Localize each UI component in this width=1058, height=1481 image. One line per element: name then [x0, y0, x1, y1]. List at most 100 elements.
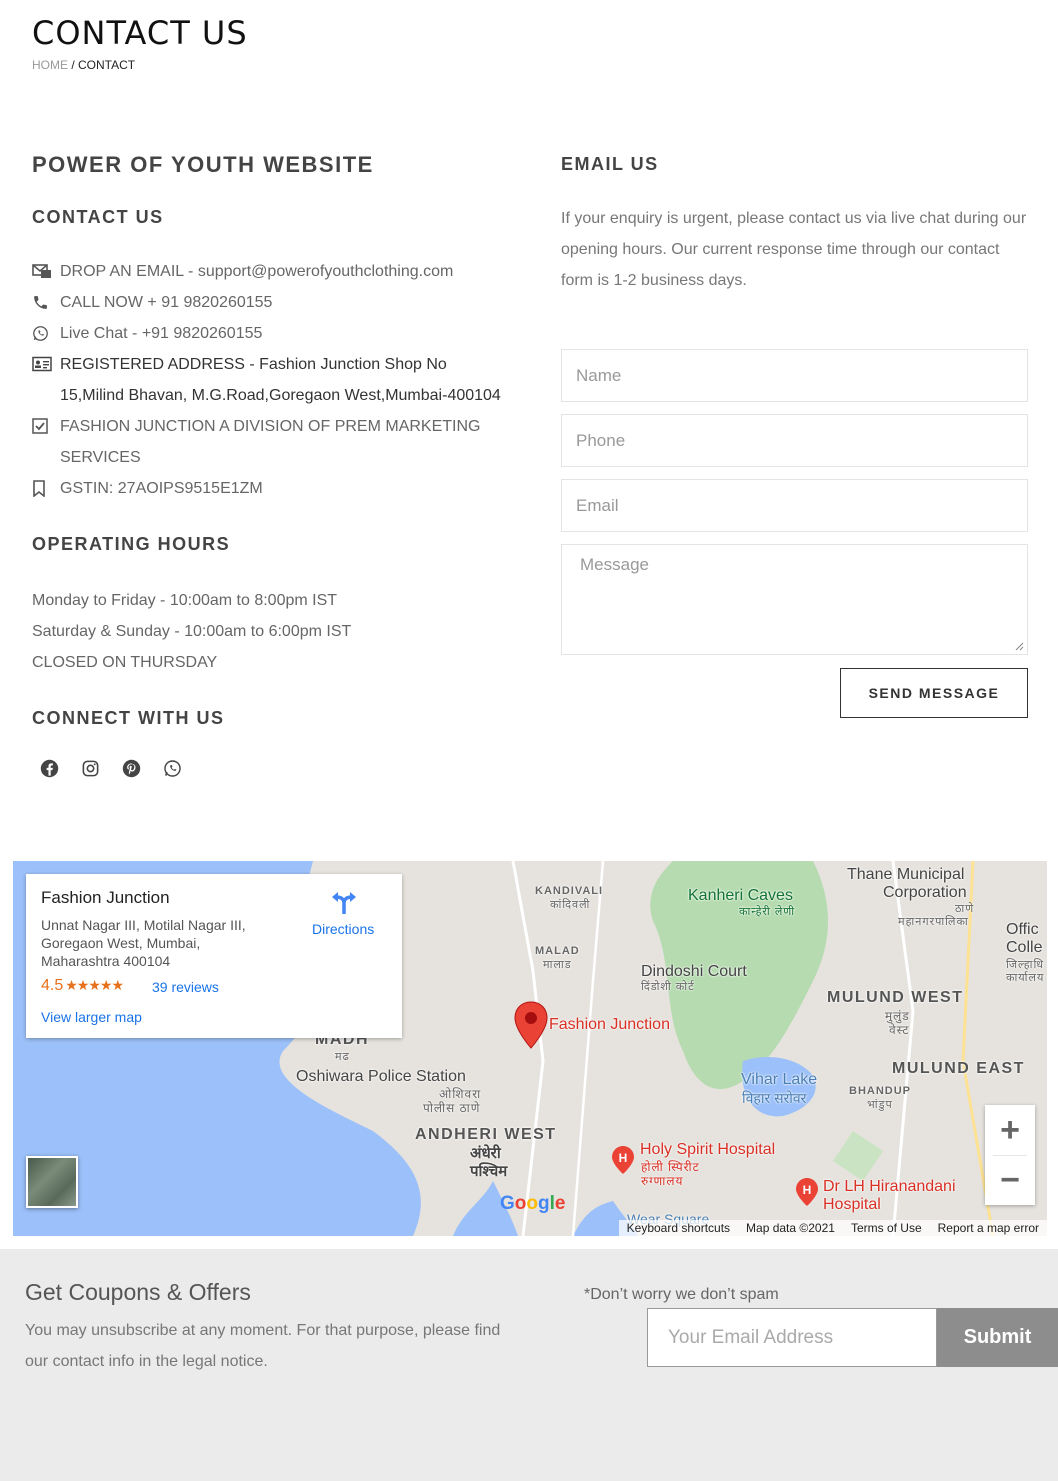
directions-link[interactable]: Directions	[312, 921, 374, 937]
breadcrumb-home-link[interactable]: HOME	[32, 58, 68, 72]
contact-item-email[interactable]: DROP AN EMAIL - support@powerofyouthclot…	[32, 256, 502, 287]
location-pin-icon[interactable]	[513, 1001, 549, 1049]
page-title: CONTACT US	[32, 14, 248, 52]
whatsapp-icon[interactable]	[163, 759, 182, 778]
view-larger-map-link[interactable]: View larger map	[41, 1009, 142, 1025]
newsletter-footer: Get Coupons & Offers You may unsubscribe…	[0, 1249, 1058, 1481]
svg-text:H: H	[619, 1151, 628, 1165]
zoom-controls: + −	[985, 1105, 1035, 1205]
contact-item-text: FASHION JUNCTION A DIVISION OF PREM MARK…	[60, 418, 481, 466]
contact-form: Name Phone Email Message SEND MESSAGE	[561, 349, 1028, 718]
email-description: If your enquiry is urgent, please contac…	[561, 210, 1027, 289]
contact-item-text: CALL NOW + 91 9820260155	[60, 294, 273, 311]
place-name: Fashion Junction	[41, 888, 170, 907]
keyboard-shortcuts-link[interactable]: Keyboard shortcuts	[627, 1221, 730, 1235]
map-label-bhandup: BHANDUP	[849, 1085, 911, 1097]
map-label-vihar-hi: विहार सरोवर	[742, 1090, 807, 1106]
contact-item-live-chat[interactable]: Live Chat - +91 9820260155	[32, 318, 502, 349]
contact-item-phone[interactable]: CALL NOW + 91 9820260155	[32, 287, 502, 318]
contact-heading: CONTACT US	[32, 207, 164, 227]
map-label-andheri-hi-1: अंधेरी	[470, 1145, 501, 1162]
zoom-out-button[interactable]: −	[985, 1156, 1035, 1205]
map-label-pin: Fashion Junction	[549, 1016, 670, 1033]
map-label-thane-1: Thane Municipal	[847, 866, 965, 883]
contact-item-address: REGISTERED ADDRESS - Fashion Junction Sh…	[32, 349, 502, 411]
hours-closed: CLOSED ON THURSDAY	[32, 654, 218, 671]
breadcrumb-current: CONTACT	[78, 58, 136, 72]
connect-heading: CONNECT WITH US	[32, 708, 225, 728]
map-label-mulund-west: MULUND WEST	[827, 989, 964, 1006]
contact-info-column: POWER OF YOUTH WEBSITE CONTACT US DROP A…	[32, 152, 502, 778]
map-label-dindoshi-hi: दिंडोशी कोर्ट	[641, 981, 695, 993]
zoom-in-button[interactable]: +	[985, 1105, 1035, 1155]
contact-item-text: DROP AN EMAIL - support@powerofyouthclot…	[60, 263, 454, 280]
hospital-marker-icon[interactable]: H	[795, 1177, 819, 1207]
map-label-bhandup-hi: भांडुप	[867, 1099, 893, 1111]
breadcrumb-separator: /	[68, 58, 79, 72]
checkbox-icon	[32, 411, 60, 473]
newsletter-title: Get Coupons & Offers	[25, 1279, 251, 1305]
map-label-holy-spirit: Holy Spirit Hospital	[640, 1141, 776, 1158]
contact-item-gstin: GSTIN: 27AOIPS9515E1ZM	[32, 473, 502, 504]
newsletter-email-input[interactable]: Your Email Address	[647, 1308, 937, 1367]
terms-link[interactable]: Terms of Use	[851, 1221, 922, 1235]
map-label-holy-hi-2: रुग्णालय	[641, 1174, 684, 1188]
whatsapp-icon	[32, 318, 60, 349]
map-label-hiranandani-2: Hospital	[823, 1196, 881, 1213]
google-map[interactable]: KANDIVALI कांदिवली MALAD मालाड MADH मढ K…	[13, 861, 1047, 1236]
instagram-icon[interactable]	[81, 759, 100, 778]
social-links	[40, 759, 502, 778]
map-label-office-hi-2: कार्यालय	[1006, 972, 1045, 984]
facebook-icon[interactable]	[40, 759, 59, 778]
email-input[interactable]: Email	[561, 479, 1028, 532]
rating-stars-icon: ★★★★★	[65, 977, 124, 993]
contact-item-company: FASHION JUNCTION A DIVISION OF PREM MARK…	[32, 411, 502, 473]
map-label-vihar: Vihar Lake	[741, 1071, 818, 1088]
contact-item-text: REGISTERED ADDRESS - Fashion Junction Sh…	[60, 356, 501, 404]
report-error-link[interactable]: Report a map error	[938, 1221, 1039, 1235]
map-label-hiranandani-1: Dr LH Hiranandani	[823, 1178, 956, 1195]
place-info-card: Fashion Junction Unnat Nagar III, Motila…	[26, 874, 402, 1038]
map-label-oshiwara: Oshiwara Police Station	[296, 1068, 466, 1085]
message-textarea[interactable]: Message	[561, 544, 1028, 655]
resize-handle-icon[interactable]	[1014, 641, 1024, 651]
map-data-text: Map data ©2021	[746, 1221, 835, 1235]
map-label-kandivali: KANDIVALI	[535, 885, 604, 897]
reviews-link[interactable]: 39 reviews	[152, 979, 219, 995]
map-label-andheri-west: ANDHERI WEST	[415, 1126, 557, 1143]
map-label-kanheri: Kanheri Caves	[688, 887, 793, 904]
hours-weekend: Saturday & Sunday - 10:00am to 6:00pm IS…	[32, 623, 352, 640]
map-label-thane-hi-2: महानगरपालिका	[898, 916, 969, 928]
hours-heading: OPERATING HOURS	[32, 534, 231, 554]
map-label-kanheri-hi: कान्हेरी लेणी	[739, 906, 796, 918]
map-label-andheri-hi-2: पश्चिम	[470, 1163, 508, 1180]
directions-icon[interactable]	[331, 889, 357, 915]
contact-list: DROP AN EMAIL - support@powerofyouthclot…	[32, 256, 502, 504]
spam-note: *Don’t worry we don’t spam	[584, 1286, 779, 1303]
map-label-office-1: Offic	[1006, 921, 1039, 938]
hours-weekday: Monday to Friday - 10:00am to 8:00pm IST	[32, 592, 338, 609]
map-label-mulund-east: MULUND EAST	[892, 1060, 1025, 1077]
phone-input[interactable]: Phone	[561, 414, 1028, 467]
map-label-kandivali-hi: कांदिवली	[550, 899, 591, 911]
map-label-oshiwara-hi-2: पोलीस ठाणे	[423, 1101, 481, 1115]
name-input[interactable]: Name	[561, 349, 1028, 402]
map-label-malad: MALAD	[535, 945, 580, 957]
newsletter-description: You may unsubscribe at any moment. For t…	[25, 1322, 501, 1370]
satellite-toggle[interactable]	[26, 1156, 78, 1208]
map-label-office-2: Colle	[1006, 939, 1043, 956]
google-logo: Google	[500, 1193, 566, 1214]
map-footer: Keyboard shortcuts Map data ©2021 Terms …	[618, 1220, 1047, 1236]
map-label-thane-2: Corporation	[883, 884, 967, 901]
id-card-icon	[32, 349, 60, 411]
site-title: POWER OF YOUTH WEBSITE	[32, 152, 374, 177]
send-message-button[interactable]: SEND MESSAGE	[840, 668, 1028, 718]
hospital-marker-icon[interactable]: H	[611, 1145, 635, 1175]
newsletter-submit-button[interactable]: Submit	[937, 1308, 1058, 1367]
map-label-malad-hi: मालाड	[543, 959, 572, 971]
map-label-mulund-west-hi-2: वेस्ट	[889, 1023, 910, 1037]
contact-item-text: Live Chat - +91 9820260155	[60, 325, 263, 342]
email-icon	[32, 256, 60, 287]
pinterest-icon[interactable]	[122, 759, 141, 778]
contact-item-text: GSTIN: 27AOIPS9515E1ZM	[60, 480, 263, 497]
